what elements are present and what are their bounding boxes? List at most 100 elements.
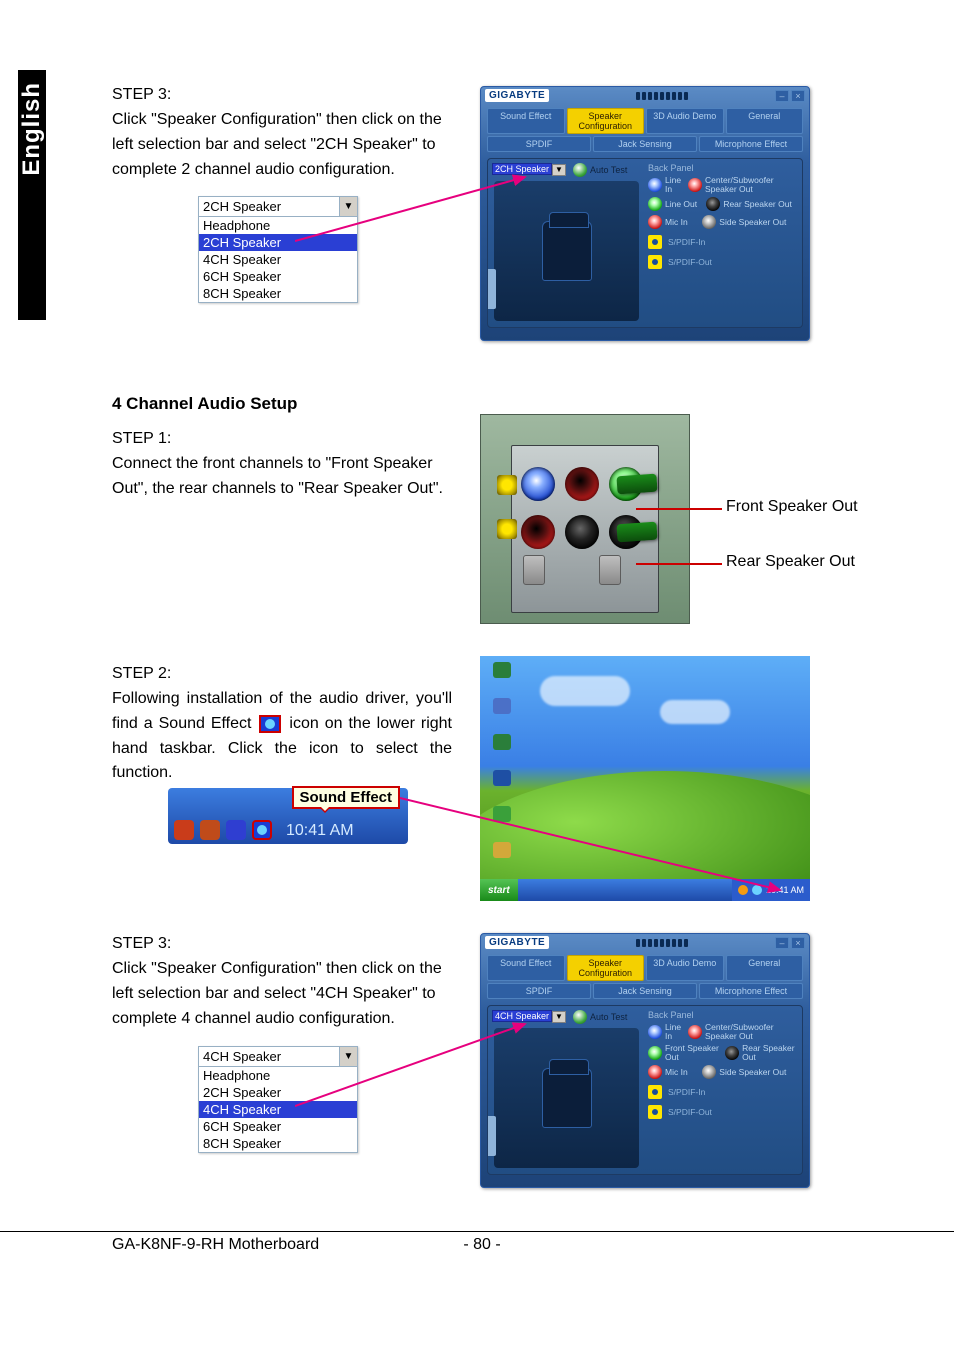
close-icon[interactable]: × [791,90,805,102]
spdif-icon[interactable] [648,235,662,249]
tab-general[interactable]: General [726,108,804,134]
tab-sound-effect[interactable]: Sound Effect [487,955,565,981]
jack-front-speaker-out [609,467,643,501]
jack-icon[interactable] [648,178,662,192]
callout-label: Front Speaker Out [726,498,858,516]
tab-jack-sensing[interactable]: Jack Sensing [593,983,697,999]
tab-jack-sensing[interactable]: Jack Sensing [593,136,697,152]
back-panel-photo [480,414,690,624]
tab-general[interactable]: General [726,955,804,981]
jack-icon[interactable] [688,178,702,192]
jack-icon[interactable] [648,1065,662,1079]
tab-3d-audio-demo[interactable]: 3D Audio Demo [646,955,724,981]
step-label: STEP 2: [112,665,462,683]
tooltip-label: Sound Effect [292,786,401,809]
step-label: STEP 3: [112,86,462,104]
step3-bottom-block: STEP 3: Click "Speaker Configuration" th… [112,935,462,1031]
start-button[interactable]: start [480,879,518,901]
spdif-icon[interactable] [648,255,662,269]
audio-panel-4ch: GIGABYTE – × Sound Effect Speaker Config… [480,933,810,1188]
page-footer: GA-K8NF-9-RH Motherboard - 80 - [0,1231,954,1254]
jack-icon[interactable] [648,215,662,229]
dropdown-item[interactable]: 8CH Speaker [199,285,357,302]
jack-icon[interactable] [702,1065,716,1079]
back-panel-header: Back Panel [648,1010,798,1020]
tab-3d-audio-demo[interactable]: 3D Audio Demo [646,108,724,134]
room-preview [494,181,639,321]
step-label: STEP 1: [112,430,462,448]
optical-port-icon [497,475,517,495]
callout-line [636,508,722,510]
dropdown-selected[interactable]: 2CH Speaker [199,197,339,216]
step1-block: STEP 1: Connect the front channels to "F… [112,430,462,502]
dropdown-item[interactable]: 6CH Speaker [199,268,357,285]
dropdown-item[interactable]: 8CH Speaker [199,1135,357,1152]
perforation-decor [553,92,771,100]
optical-port-icon [497,519,517,539]
play-icon [573,163,587,177]
dropdown-item[interactable]: 4CH Speaker [199,1101,357,1118]
perforation-decor [553,939,771,947]
tab-spdif[interactable]: SPDIF [487,983,591,999]
speaker-mode-dropdown[interactable]: 4CH Speaker▼ [492,1010,566,1023]
tray-icon[interactable] [200,820,220,840]
step2-block: STEP 2: Following installation of the au… [112,665,462,786]
jack-icon[interactable] [725,1046,739,1060]
tab-speaker-config[interactable]: Speaker Configuration [567,955,645,981]
tab-spdif[interactable]: SPDIF [487,136,591,152]
brand-logo: GIGABYTE [485,89,549,102]
jack-icon [565,467,599,501]
side-drawer-handle[interactable] [488,269,496,309]
tray-icon[interactable] [738,885,748,895]
tab-speaker-config[interactable]: Speaker Configuration [567,108,645,134]
dropdown-item[interactable]: Headphone [199,217,357,234]
dropdown-item[interactable]: 2CH Speaker [199,1084,357,1101]
room-preview [494,1028,639,1168]
tray-icon[interactable] [226,820,246,840]
chevron-down-icon[interactable]: ▼ [339,197,357,216]
tab-sound-effect[interactable]: Sound Effect [487,108,565,134]
step-text: Connect the front channels to "Front Spe… [112,452,452,502]
speaker-mode-dropdown[interactable]: 2CH Speaker▼ [492,163,566,176]
close-icon[interactable]: × [791,937,805,949]
step3-top-block: STEP 3: Click "Speaker Configuration" th… [112,86,462,182]
footer-product: GA-K8NF-9-RH Motherboard [112,1236,463,1254]
jack-icon[interactable] [648,1046,662,1060]
minimize-icon[interactable]: – [775,937,789,949]
jack-icon [565,515,599,549]
brand-logo: GIGABYTE [485,936,549,949]
jack-icon[interactable] [648,197,662,211]
auto-test-button[interactable]: Auto Test [573,1010,627,1024]
sound-effect-tray-icon[interactable] [252,820,272,840]
step-label: STEP 3: [112,935,462,953]
dropdown-item[interactable]: Headphone [199,1067,357,1084]
spdif-icon[interactable] [648,1085,662,1099]
dropdown-item[interactable]: 2CH Speaker [199,234,357,251]
dropdown-item[interactable]: 4CH Speaker [199,251,357,268]
minimize-icon[interactable]: – [775,90,789,102]
chevron-down-icon[interactable]: ▼ [339,1047,357,1066]
callout-line [636,563,722,565]
language-side-tab: English [18,70,46,320]
step-text: Click "Speaker Configuration" then click… [112,957,452,1031]
dropdown-selected[interactable]: 4CH Speaker [199,1047,339,1066]
desktop-screenshot: start 10:41 AM [480,656,810,901]
dropdown-4ch-figure: 4CH Speaker ▼ Headphone 2CH Speaker 4CH … [198,1046,358,1153]
jack-icon[interactable] [688,1025,702,1039]
dropdown-item[interactable]: 6CH Speaker [199,1118,357,1135]
tab-mic-effect[interactable]: Microphone Effect [699,983,803,999]
tab-mic-effect[interactable]: Microphone Effect [699,136,803,152]
spdif-icon[interactable] [648,1105,662,1119]
tray-icon[interactable] [174,820,194,840]
sound-effect-tray-icon[interactable] [752,885,762,895]
jack-icon[interactable] [648,1025,662,1039]
back-panel-header: Back Panel [648,163,798,173]
step-text: Click "Speaker Configuration" then click… [112,108,452,182]
jack-icon [521,467,555,501]
dropdown-2ch-figure: 2CH Speaker ▼ Headphone 2CH Speaker 4CH … [198,196,358,303]
audio-panel-2ch: GIGABYTE – × Sound Effect Speaker Config… [480,86,810,341]
auto-test-button[interactable]: Auto Test [573,163,627,177]
side-drawer-handle[interactable] [488,1116,496,1156]
jack-icon[interactable] [706,197,720,211]
jack-icon[interactable] [702,215,716,229]
